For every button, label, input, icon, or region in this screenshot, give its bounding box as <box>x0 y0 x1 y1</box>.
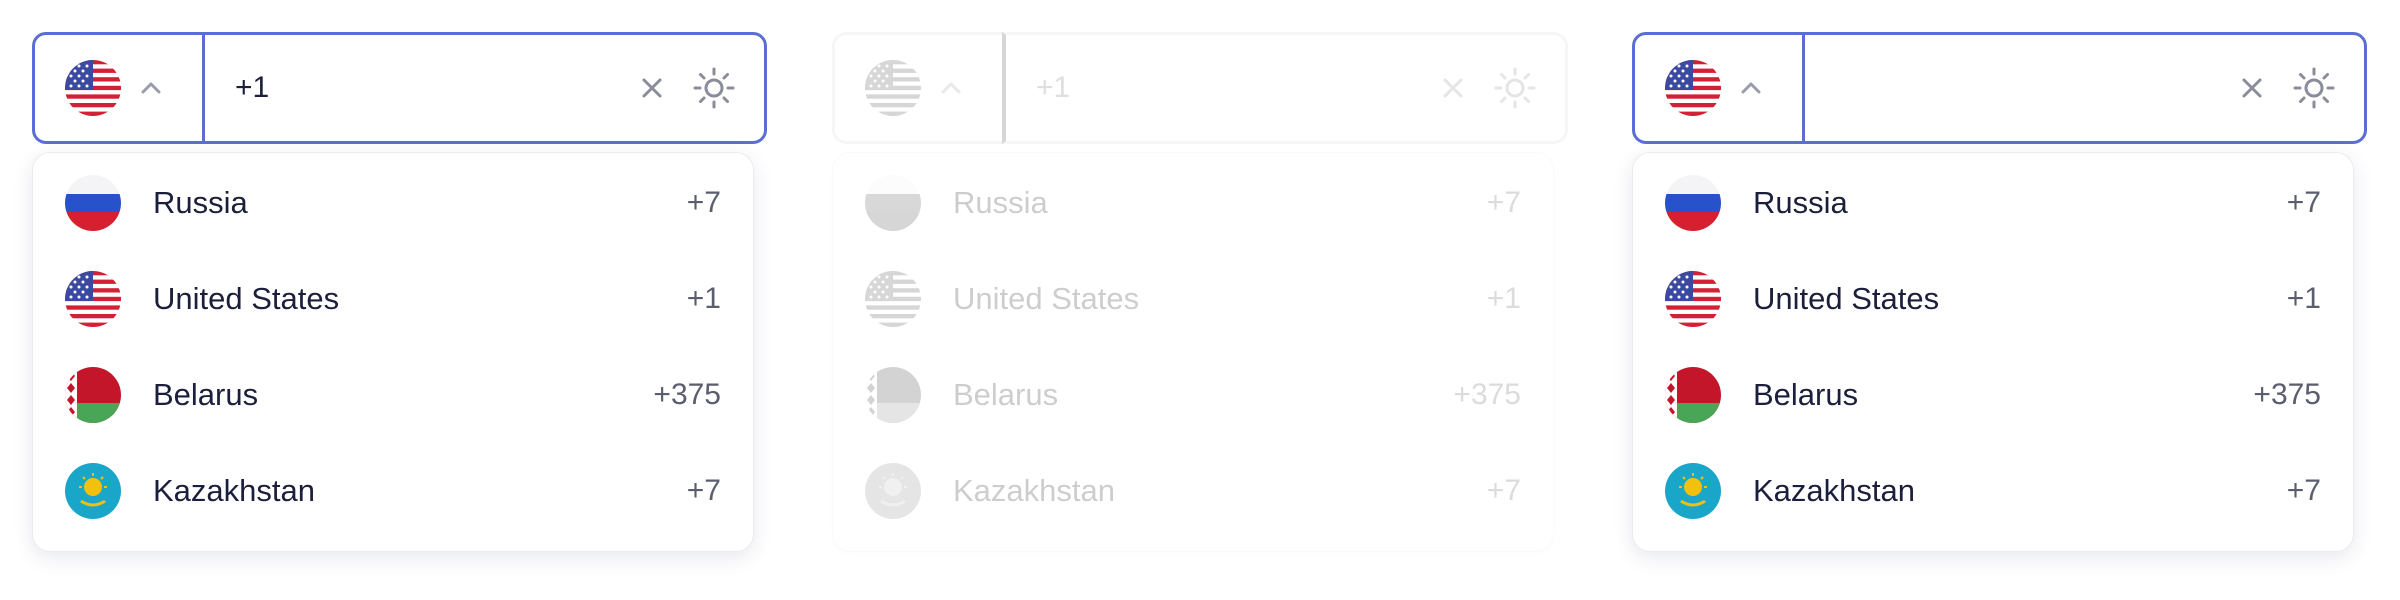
country-selector-button <box>832 32 1029 144</box>
country-code: +1 <box>686 282 721 315</box>
close-icon[interactable] <box>2238 74 2266 102</box>
phone-input[interactable] <box>1802 32 2367 144</box>
country-option-russia: Russia +7 <box>833 155 1553 251</box>
belarus-flag-icon <box>65 367 121 423</box>
close-icon[interactable] <box>638 74 666 102</box>
country-code: +375 <box>1453 378 1521 411</box>
country-name: Russia <box>1753 185 1848 220</box>
country-option-kazakhstan[interactable]: Kazakhstan +7 <box>33 443 753 539</box>
country-code: +7 <box>1486 474 1521 507</box>
belarus-flag-icon <box>865 367 921 423</box>
kazakhstan-flag-icon <box>65 463 121 519</box>
country-name: Kazakhstan <box>1753 473 1915 508</box>
country-code: +7 <box>1486 186 1521 219</box>
us-flag-icon <box>865 271 921 327</box>
country-name: Russia <box>153 185 248 220</box>
country-name: Russia <box>953 185 1048 220</box>
country-option-belarus[interactable]: Belarus +375 <box>1633 347 2353 443</box>
country-code: +7 <box>2286 186 2321 219</box>
country-name: Kazakhstan <box>953 473 1115 508</box>
country-option-united-states[interactable]: United States +1 <box>1633 251 2353 347</box>
chevron-up-icon <box>141 82 161 94</box>
chevron-up-icon <box>1741 82 1761 94</box>
russia-flag-icon <box>1665 175 1721 231</box>
country-code: +1 <box>2286 282 2321 315</box>
country-option-russia[interactable]: Russia +7 <box>1633 155 2353 251</box>
us-flag-icon <box>1665 271 1721 327</box>
country-option-united-states[interactable]: United States +1 <box>33 251 753 347</box>
country-code: +1 <box>1486 282 1521 315</box>
us-flag-icon <box>865 60 921 116</box>
phone-value: +1 <box>1036 71 1071 104</box>
country-option-belarus: Belarus +375 <box>833 347 1553 443</box>
country-name: United States <box>1753 281 1940 316</box>
country-dropdown: Russia +7 United States +1 Belarus +375 … <box>1632 152 2354 552</box>
country-name: Belarus <box>1753 377 1859 412</box>
chevron-up-icon <box>941 82 961 94</box>
phone-widget-2: +1 Russia +7 United States +1 Belarus +3… <box>832 32 1568 552</box>
country-option-kazakhstan: Kazakhstan +7 <box>833 443 1553 539</box>
country-option-kazakhstan[interactable]: Kazakhstan +7 <box>1633 443 2353 539</box>
phone-widget-3: Russia +7 United States +1 Belarus +375 … <box>1632 32 2367 552</box>
phone-field <box>1632 32 2367 144</box>
country-code: +7 <box>686 186 721 219</box>
country-code: +7 <box>2286 474 2321 507</box>
phone-field: +1 <box>32 32 767 144</box>
country-dropdown: Russia +7 United States +1 Belarus +375 … <box>832 152 1554 552</box>
us-flag-icon <box>65 271 121 327</box>
country-name: Kazakhstan <box>153 473 315 508</box>
us-flag-icon <box>1665 60 1721 116</box>
country-code: +375 <box>2253 378 2321 411</box>
country-dropdown: Russia +7 United States +1 Belarus +375 … <box>32 152 754 552</box>
country-name: United States <box>953 281 1140 316</box>
country-code: +375 <box>653 378 721 411</box>
country-option-belarus[interactable]: Belarus +375 <box>33 347 753 443</box>
country-name: Belarus <box>953 377 1059 412</box>
country-option-united-states: United States +1 <box>833 251 1553 347</box>
country-name: Belarus <box>153 377 259 412</box>
phone-input: +1 <box>1002 32 1568 144</box>
us-flag-icon <box>65 60 121 116</box>
country-code: +7 <box>686 474 721 507</box>
phone-field: +1 <box>832 32 1568 144</box>
russia-flag-icon <box>865 175 921 231</box>
kazakhstan-flag-icon <box>865 463 921 519</box>
russia-flag-icon <box>65 175 121 231</box>
close-icon <box>1443 78 1463 98</box>
sun-icon[interactable] <box>692 66 736 110</box>
phone-widget-1: +1 Russia +7 United States +1 Belarus +3… <box>32 32 767 552</box>
sun-icon <box>1494 67 1536 109</box>
sun-icon[interactable] <box>2292 66 2336 110</box>
phone-value: +1 <box>235 71 270 104</box>
country-name: United States <box>153 281 340 316</box>
belarus-flag-icon <box>1665 367 1721 423</box>
country-option-russia[interactable]: Russia +7 <box>33 155 753 251</box>
phone-input[interactable]: +1 <box>202 32 767 144</box>
kazakhstan-flag-icon <box>1665 463 1721 519</box>
